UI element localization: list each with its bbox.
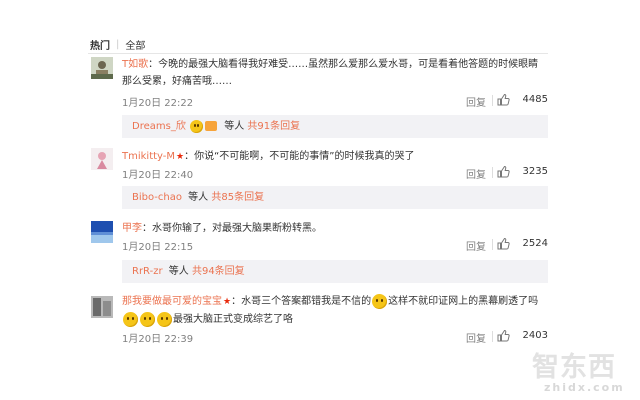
meta-divider xyxy=(492,95,493,106)
thumbs-up-icon[interactable] xyxy=(497,237,510,253)
sub-reply-count-link[interactable]: 共91条回复 xyxy=(247,121,300,132)
thumbs-up-icon[interactable] xyxy=(497,329,510,345)
comment-text: 你说“不可能啊，不可能的事情”的时候我真的哭了 xyxy=(194,151,415,162)
comment-text-end: 最强大脑正式变成综艺了咯 xyxy=(173,314,293,325)
comment-username[interactable]: T如歌 xyxy=(122,59,148,70)
comment-username[interactable]: 甲李 xyxy=(122,223,142,234)
reply-button[interactable]: 回复 xyxy=(466,330,486,345)
comment-time: 1月20日 22:15 xyxy=(122,242,194,253)
badge-icon xyxy=(205,121,218,131)
meta-divider xyxy=(492,331,493,342)
reply-button[interactable]: 回复 xyxy=(466,94,486,109)
sub-reply-text: 等人 xyxy=(188,192,209,203)
tab-hot[interactable]: 热门 xyxy=(90,37,110,52)
comment-colon: ： xyxy=(148,59,159,70)
sub-reply-count-link[interactable]: 共94条回复 xyxy=(192,266,245,277)
comment-text: 水哥三个答案都错我是不信的 xyxy=(241,296,372,307)
comment-item: T如歌：今晚的最强大脑看得我好难受……虽然那么爱那么爱水哥，可是看着他答题的时候… xyxy=(88,56,548,139)
reply-button[interactable]: 回复 xyxy=(466,238,486,253)
like-count: 2403 xyxy=(522,330,548,341)
like-count: 4485 xyxy=(522,94,548,105)
sub-reply-bar[interactable]: Bibo-chao 等人 共85条回复 xyxy=(122,186,548,209)
comment-time: 1月20日 22:39 xyxy=(122,334,194,345)
sub-reply-text: 等人 xyxy=(168,266,189,277)
sub-reply-text: 等人 xyxy=(224,121,245,132)
smile-emoji-icon xyxy=(190,119,204,133)
avatar[interactable] xyxy=(91,296,113,318)
comment-text-cont: 这样不就印证网上的黑幕刷透了吗 xyxy=(388,296,539,307)
smile-emoji-icon xyxy=(372,293,388,309)
comment-username[interactable]: 那我要做最可爱的宝宝 xyxy=(122,296,222,307)
comment-text: 水哥你输了，对最强大脑果断粉转黑。 xyxy=(152,223,322,234)
sub-reply-bar[interactable]: Dreams_欣 等人 共91条回复 xyxy=(122,115,548,138)
comment-colon: ： xyxy=(142,223,152,234)
comment-colon: ： xyxy=(184,151,195,162)
like-count: 3235 xyxy=(522,166,548,177)
sub-reply-user[interactable]: RrR-zr xyxy=(132,266,163,277)
avatar[interactable] xyxy=(91,148,113,170)
tab-separator: | xyxy=(116,38,120,50)
meta-divider xyxy=(492,239,493,250)
comment-colon: ： xyxy=(231,296,242,307)
comment-meta: 1月20日 22:22 回复 4485 xyxy=(122,93,548,109)
sub-reply-user[interactable]: Bibo-chao xyxy=(132,192,182,203)
comment-time: 1月20日 22:40 xyxy=(122,170,194,181)
watermark-domain: zhidx.com xyxy=(544,381,625,394)
comment-meta: 1月20日 22:39 回复 2403 xyxy=(122,329,548,345)
thumbs-up-icon[interactable] xyxy=(497,93,510,109)
comment-meta: 1月20日 22:15 回复 2524 xyxy=(122,237,548,253)
smile-emoji-icon xyxy=(140,311,155,327)
comment-item: 甲李：水哥你输了，对最强大脑果断粉转黑。 1月20日 22:15 回复 2524… xyxy=(88,220,548,285)
sub-reply-count-link[interactable]: 共85条回复 xyxy=(211,192,264,203)
comment-item: Tmikitty-M★：你说“不可能啊，不可能的事情”的时候我真的哭了 1月20… xyxy=(88,148,548,215)
vip-star-icon: ★ xyxy=(223,297,232,307)
smile-emoji-icon xyxy=(123,311,138,327)
comment-meta: 1月20日 22:40 回复 3235 xyxy=(122,165,548,181)
sub-reply-bar[interactable]: RrR-zr 等人 共94条回复 xyxy=(122,260,548,283)
thumbs-up-icon[interactable] xyxy=(497,165,510,181)
tabs-divider xyxy=(88,53,548,54)
comment-item: 那我要做最可爱的宝宝★：水哥三个答案都错我是不信的 这样不就印证网上的黑幕刷透了吗… xyxy=(88,293,548,345)
comment-time: 1月20日 22:22 xyxy=(122,98,194,109)
comment-text: 今晚的最强大脑看得我好难受……虽然那么爱那么爱水哥，可是看着他答题的时候眼睛那么… xyxy=(122,59,539,87)
watermark-logo: 智东西 zhidx.com xyxy=(532,345,632,395)
avatar[interactable] xyxy=(91,221,113,243)
like-count: 2524 xyxy=(522,238,548,249)
sub-reply-user[interactable]: Dreams_欣 xyxy=(132,121,186,132)
meta-divider xyxy=(492,167,493,178)
comment-tabs: 热门 | 全部 xyxy=(90,37,145,52)
avatar[interactable] xyxy=(91,57,113,79)
comment-username[interactable]: Tmikitty-M xyxy=(122,151,175,162)
tab-all[interactable]: 全部 xyxy=(125,37,145,52)
vip-star-icon: ★ xyxy=(176,152,185,162)
reply-button[interactable]: 回复 xyxy=(466,166,486,181)
smile-emoji-icon xyxy=(157,311,172,327)
watermark-text: 智东西 xyxy=(532,352,616,383)
